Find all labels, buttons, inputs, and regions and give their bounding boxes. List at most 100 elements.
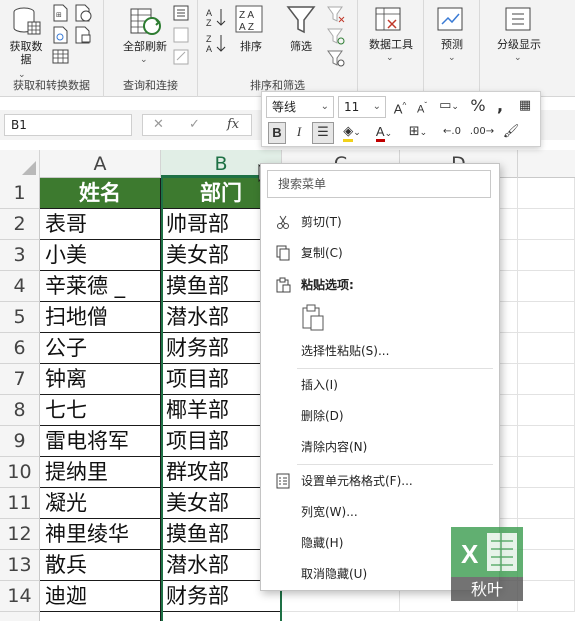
menu-item-column-width[interactable]: 列宽(W)... (261, 499, 499, 525)
menu-item-paste-special[interactable]: 选择性粘贴(S)... (261, 338, 499, 364)
sort-button[interactable]: 排序 (236, 40, 266, 53)
row-header[interactable]: 3 (0, 240, 40, 271)
cell-empty[interactable] (518, 240, 575, 271)
italic-button[interactable]: I (290, 122, 308, 144)
cell-name[interactable]: 公子 (40, 333, 161, 364)
format-painter-icon[interactable]: 🖌 (500, 122, 522, 144)
from-web-icon[interactable] (52, 26, 68, 44)
row-header[interactable]: 14 (0, 581, 40, 612)
cell-name[interactable]: 雷电将军 (40, 426, 161, 457)
merge-center-icon[interactable]: ▦ (514, 96, 536, 118)
comma-style-icon[interactable]: , (492, 96, 508, 118)
row-header[interactable]: 2 (0, 209, 40, 240)
sort-ascending-icon[interactable]: AZ (206, 6, 228, 28)
increase-decimal-icon[interactable]: ←.0 (438, 122, 466, 144)
font-size-select[interactable]: 11 ⌄ (338, 96, 386, 118)
cell-name[interactable]: 辛莱德 _ (40, 271, 161, 302)
font-color-icon[interactable]: A⌄ (370, 122, 398, 144)
queries-connections-icon[interactable] (172, 4, 190, 22)
existing-connections-icon[interactable] (74, 26, 92, 44)
menu-search-input[interactable]: 搜索菜单 (267, 170, 491, 198)
cell-empty[interactable] (518, 302, 575, 333)
cell-name[interactable]: 七七 (40, 395, 161, 426)
outline-button[interactable]: 分级显示 (484, 38, 554, 51)
properties-icon[interactable] (172, 26, 190, 44)
increase-font-icon[interactable]: A^ (390, 96, 410, 118)
menu-item-cut[interactable]: 剪切(T) (261, 209, 499, 235)
column-header-e[interactable] (518, 150, 575, 178)
cell-empty[interactable] (518, 271, 575, 302)
cell-empty[interactable] (518, 364, 575, 395)
row-header[interactable]: 1 (0, 178, 40, 209)
get-data-button[interactable]: 获取数 据 (4, 40, 48, 66)
menu-item-format-cells[interactable]: 设置单元格格式(F)... (261, 468, 499, 494)
fill-color-icon[interactable]: ◈⌄ (338, 122, 366, 144)
row-header[interactable]: 11 (0, 488, 40, 519)
cell-name[interactable]: 扫地僧 (40, 302, 161, 333)
confirm-icon[interactable]: ✓ (189, 117, 200, 132)
row-header[interactable]: 10 (0, 457, 40, 488)
cell-empty[interactable] (518, 333, 575, 364)
cell-name[interactable]: 凝光 (40, 488, 161, 519)
cell-empty[interactable] (518, 550, 575, 581)
sort-descending-icon[interactable]: ZA (206, 32, 228, 54)
cell-empty[interactable] (518, 488, 575, 519)
row-header[interactable]: 13 (0, 550, 40, 581)
number-format-icon[interactable]: ▭⌄ (434, 96, 464, 118)
menu-item-delete[interactable]: 删除(D) (261, 403, 499, 429)
advanced-filter-icon[interactable] (326, 48, 346, 68)
cancel-icon[interactable]: ✕ (153, 117, 164, 132)
row-header[interactable]: 12 (0, 519, 40, 550)
cell-empty[interactable] (518, 426, 575, 457)
from-table-icon[interactable] (52, 48, 70, 66)
reapply-filter-icon[interactable] (326, 26, 346, 46)
forecast-button[interactable]: 预测 (428, 38, 476, 51)
cell-empty[interactable] (518, 395, 575, 426)
name-box[interactable]: B1 (4, 114, 132, 136)
bold-button[interactable]: B (268, 122, 286, 144)
row-header[interactable]: 5 (0, 302, 40, 333)
borders-icon[interactable]: ⊞⌄ (404, 122, 432, 144)
cell-name[interactable]: 姓名 (40, 178, 161, 209)
decrease-decimal-icon[interactable]: .00→ (468, 122, 496, 144)
cell-name[interactable]: 小美 (40, 240, 161, 271)
edit-links-icon[interactable] (172, 48, 190, 66)
row-header[interactable]: 9 (0, 426, 40, 457)
menu-item-copy[interactable]: 复制(C) (261, 240, 499, 266)
cell-name[interactable]: 表哥 (40, 209, 161, 240)
text-csv-icon[interactable]: ⊞ (52, 4, 68, 22)
cell-name[interactable]: 散兵 (40, 550, 161, 581)
cell-empty[interactable] (518, 457, 575, 488)
row-header[interactable]: 6 (0, 333, 40, 364)
cell-department[interactable] (161, 612, 282, 621)
menu-item-clear-contents[interactable]: 清除内容(N) (261, 434, 499, 460)
decrease-font-icon[interactable]: Aˇ (412, 96, 432, 118)
excel-window: { "ribbon": { "groups": [ {"label": "获取和… (0, 0, 575, 621)
filter-button[interactable]: 筛选 (286, 40, 316, 53)
align-center-button[interactable]: ☰ (312, 122, 334, 144)
row-header[interactable] (0, 612, 40, 621)
cell-name[interactable] (40, 612, 161, 621)
font-name-select[interactable]: 等线 ⌄ (266, 96, 334, 118)
cell-name[interactable]: 钟离 (40, 364, 161, 395)
select-all-button[interactable] (0, 150, 40, 178)
row-header[interactable]: 4 (0, 271, 40, 302)
recent-sources-icon[interactable] (74, 4, 92, 22)
row-header[interactable]: 7 (0, 364, 40, 395)
cell-empty[interactable] (518, 209, 575, 240)
row-header[interactable]: 8 (0, 395, 40, 426)
data-tools-button[interactable]: 数据工具 (360, 38, 422, 51)
refresh-all-button[interactable]: 全部刷新 (110, 40, 180, 53)
cell-empty[interactable] (518, 519, 575, 550)
clear-filter-icon[interactable] (326, 4, 346, 24)
cell-empty[interactable] (518, 178, 575, 209)
menu-item-insert[interactable]: 插入(I) (261, 372, 499, 398)
percent-icon[interactable]: % (468, 96, 488, 118)
insert-function-icon[interactable]: fx (227, 117, 239, 132)
cell-name[interactable]: 神里绫华 (40, 519, 161, 550)
cell-empty[interactable] (518, 581, 575, 612)
cell-name[interactable]: 迪迦 (40, 581, 161, 612)
cell-name[interactable]: 提纳里 (40, 457, 161, 488)
column-header-a[interactable]: A (40, 150, 161, 178)
paste-clipboard-icon[interactable] (301, 304, 327, 332)
